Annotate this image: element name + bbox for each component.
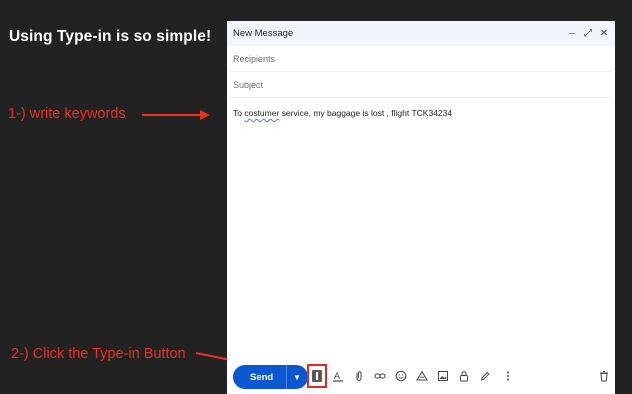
subject-placeholder: Subject xyxy=(233,79,264,90)
signature-pen-icon[interactable] xyxy=(478,369,492,383)
misspelled-word: costumer xyxy=(244,108,280,118)
subject-field[interactable]: Subject xyxy=(231,72,611,98)
more-options-icon[interactable] xyxy=(501,369,515,383)
emoji-icon[interactable] xyxy=(394,369,408,383)
step2-annotation: 2-) Click the Type-in Button xyxy=(11,346,186,362)
compose-title: New Message xyxy=(233,28,294,39)
photo-icon[interactable] xyxy=(436,369,450,383)
send-button[interactable]: Send ▼ xyxy=(233,365,308,389)
recipients-field[interactable]: Recipients xyxy=(231,46,611,72)
expand-icon[interactable]: ⤢ xyxy=(583,28,593,39)
link-icon[interactable] xyxy=(373,369,387,383)
attach-icon[interactable] xyxy=(352,369,366,383)
send-options-chevron-icon[interactable]: ▼ xyxy=(287,373,307,382)
recipients-placeholder: Recipients xyxy=(233,53,276,64)
body-suffix: service, my baggage is lost , flight TCK… xyxy=(279,108,453,118)
compose-header: New Message – ⤢ ✕ xyxy=(227,21,615,46)
body-prefix: To xyxy=(233,108,245,118)
send-label: Send xyxy=(250,371,274,383)
lock-icon[interactable] xyxy=(457,369,471,383)
close-icon[interactable]: ✕ xyxy=(599,28,609,39)
trash-icon[interactable] xyxy=(597,369,611,383)
message-body[interactable]: To costumer service, my baggage is lost … xyxy=(233,108,452,118)
type-in-highlight-box xyxy=(307,364,327,388)
compose-toolbar: Send ▼ A xyxy=(227,363,615,390)
drive-icon[interactable] xyxy=(415,369,429,383)
header-controls: – ⤢ ✕ xyxy=(567,28,615,39)
headline: Using Type-in is so simple! xyxy=(9,28,212,45)
minimize-icon[interactable]: – xyxy=(567,28,577,39)
text-format-icon[interactable]: A xyxy=(331,369,345,383)
compose-window: New Message – ⤢ ✕ Recipients Subject To … xyxy=(227,21,615,394)
svg-text:A: A xyxy=(334,371,340,381)
arrow-to-body xyxy=(142,110,210,120)
type-in-icon[interactable] xyxy=(312,370,322,382)
step1-annotation: 1-) write keywords xyxy=(8,106,126,122)
